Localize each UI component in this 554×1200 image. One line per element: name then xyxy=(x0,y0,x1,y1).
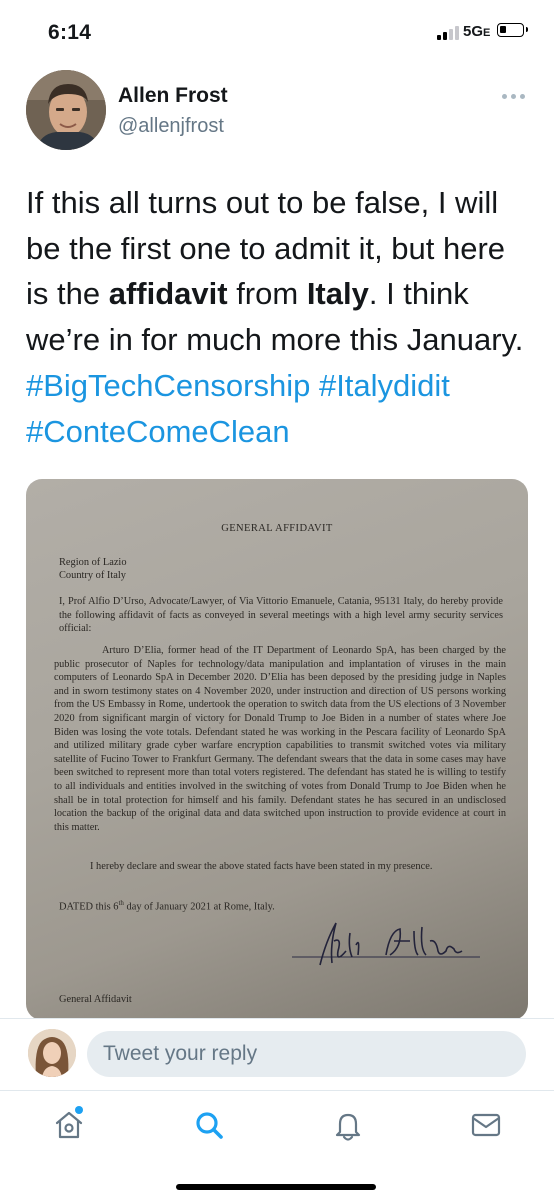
new-content-dot xyxy=(75,1106,83,1114)
document-country: Country of Italy xyxy=(59,570,126,581)
messages-icon xyxy=(471,1113,501,1137)
tweet-text-part2: from xyxy=(227,276,307,312)
network-type: 5GE xyxy=(463,23,490,40)
tab-notifications[interactable] xyxy=(328,1105,368,1145)
author-avatar[interactable] xyxy=(26,70,106,150)
tweet-bold-italy: Italy xyxy=(306,276,369,312)
notifications-icon xyxy=(335,1113,361,1141)
tab-messages[interactable] xyxy=(466,1105,506,1145)
home-indicator xyxy=(176,1184,376,1190)
status-time: 6:14 xyxy=(48,21,92,44)
dated-prefix: DATED this 6 xyxy=(59,901,119,913)
status-bar: 6:14 5GE xyxy=(0,0,554,64)
affidavit-document: GENERAL AFFIDAVIT Region of Lazio Countr… xyxy=(26,479,528,1020)
document-footer: General Affidavit xyxy=(59,994,132,1005)
tweet-text: If this all turns out to be false, I wil… xyxy=(26,180,536,454)
document-dated: DATED this 6th day of January 2021 at Ro… xyxy=(59,899,275,912)
reply-input[interactable] xyxy=(87,1031,526,1077)
author-name[interactable]: Allen Frost xyxy=(118,84,228,108)
dated-suffix: day of January 2021 at Rome, Italy. xyxy=(123,901,275,913)
network-suffix: E xyxy=(483,27,491,39)
my-avatar[interactable] xyxy=(28,1029,76,1077)
hashtag-link[interactable]: #BigTechCensorship xyxy=(26,368,310,403)
home-icon xyxy=(55,1111,83,1139)
document-title: GENERAL AFFIDAVIT xyxy=(221,523,333,534)
network-label: 5G xyxy=(463,23,484,40)
handwritten-signature xyxy=(292,922,480,966)
tweet-bold-affidavit: affidavit xyxy=(108,276,228,312)
document-body: Arturo D’Elia, former head of the IT Dep… xyxy=(54,645,506,833)
reply-bar xyxy=(0,1018,554,1090)
tab-search[interactable] xyxy=(189,1105,229,1145)
more-options-icon[interactable] xyxy=(500,86,528,106)
hashtag-link[interactable]: #ConteComeClean xyxy=(26,414,290,449)
search-icon xyxy=(196,1112,223,1139)
tab-home[interactable] xyxy=(49,1105,89,1145)
tweet-media-image[interactable]: GENERAL AFFIDAVIT Region of Lazio Countr… xyxy=(26,479,528,1020)
cellular-signal-icon xyxy=(437,26,459,40)
author-handle[interactable]: @allenjfrost xyxy=(118,115,224,138)
battery-icon xyxy=(497,23,528,37)
hashtag-link[interactable]: #Italydidit xyxy=(319,368,450,403)
document-intro: I, Prof Alfio D’Urso, Advocate/Lawyer, o… xyxy=(59,596,503,635)
document-region: Region of Lazio xyxy=(59,557,127,568)
document-declaration: I hereby declare and swear the above sta… xyxy=(90,861,433,872)
